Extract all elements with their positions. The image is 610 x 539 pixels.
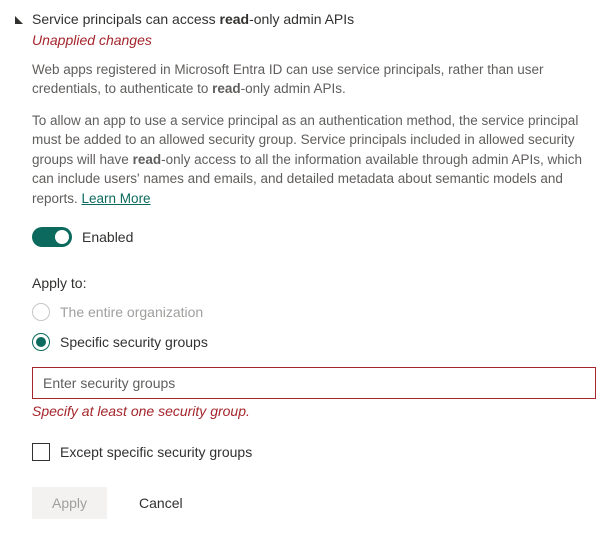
radio-entire-label: The entire organization bbox=[60, 304, 203, 320]
learn-more-link[interactable]: Learn More bbox=[82, 191, 151, 206]
title-pre: Service principals can access bbox=[32, 11, 220, 27]
security-groups-input[interactable] bbox=[32, 367, 596, 399]
radio-specific-groups[interactable]: Specific security groups bbox=[32, 333, 596, 351]
collapse-caret-icon[interactable] bbox=[14, 13, 24, 27]
radio-circle-icon bbox=[32, 303, 50, 321]
except-groups-label: Except specific security groups bbox=[60, 444, 252, 460]
cancel-button[interactable]: Cancel bbox=[135, 487, 187, 519]
title-post: -only admin APIs bbox=[249, 11, 354, 27]
radio-entire-organization: The entire organization bbox=[32, 303, 596, 321]
toggle-knob bbox=[55, 230, 69, 244]
desc2-bold: read bbox=[133, 152, 162, 167]
unapplied-changes-label: Unapplied changes bbox=[32, 32, 596, 48]
description-1: Web apps registered in Microsoft Entra I… bbox=[32, 60, 596, 99]
enabled-toggle-row: Enabled bbox=[32, 227, 596, 247]
checkbox-icon bbox=[32, 443, 50, 461]
enabled-toggle-label: Enabled bbox=[82, 229, 133, 245]
desc1-post: -only admin APIs. bbox=[241, 81, 346, 96]
enabled-toggle[interactable] bbox=[32, 227, 72, 247]
action-buttons: Apply Cancel bbox=[32, 487, 596, 519]
radio-specific-label: Specific security groups bbox=[60, 334, 208, 350]
radio-circle-icon bbox=[32, 333, 50, 351]
title-bold: read bbox=[220, 11, 250, 27]
desc1-bold: read bbox=[212, 81, 241, 96]
except-groups-checkbox-row[interactable]: Except specific security groups bbox=[32, 443, 596, 461]
setting-title: Service principals can access read-only … bbox=[32, 10, 354, 30]
setting-content: Unapplied changes Web apps registered in… bbox=[14, 32, 596, 519]
apply-to-label: Apply to: bbox=[32, 275, 596, 291]
description-2: To allow an app to use a service princip… bbox=[32, 111, 596, 209]
apply-button[interactable]: Apply bbox=[32, 487, 107, 519]
setting-header: Service principals can access read-only … bbox=[14, 10, 596, 30]
validation-message: Specify at least one security group. bbox=[32, 403, 596, 419]
setting-panel: Service principals can access read-only … bbox=[0, 0, 610, 539]
